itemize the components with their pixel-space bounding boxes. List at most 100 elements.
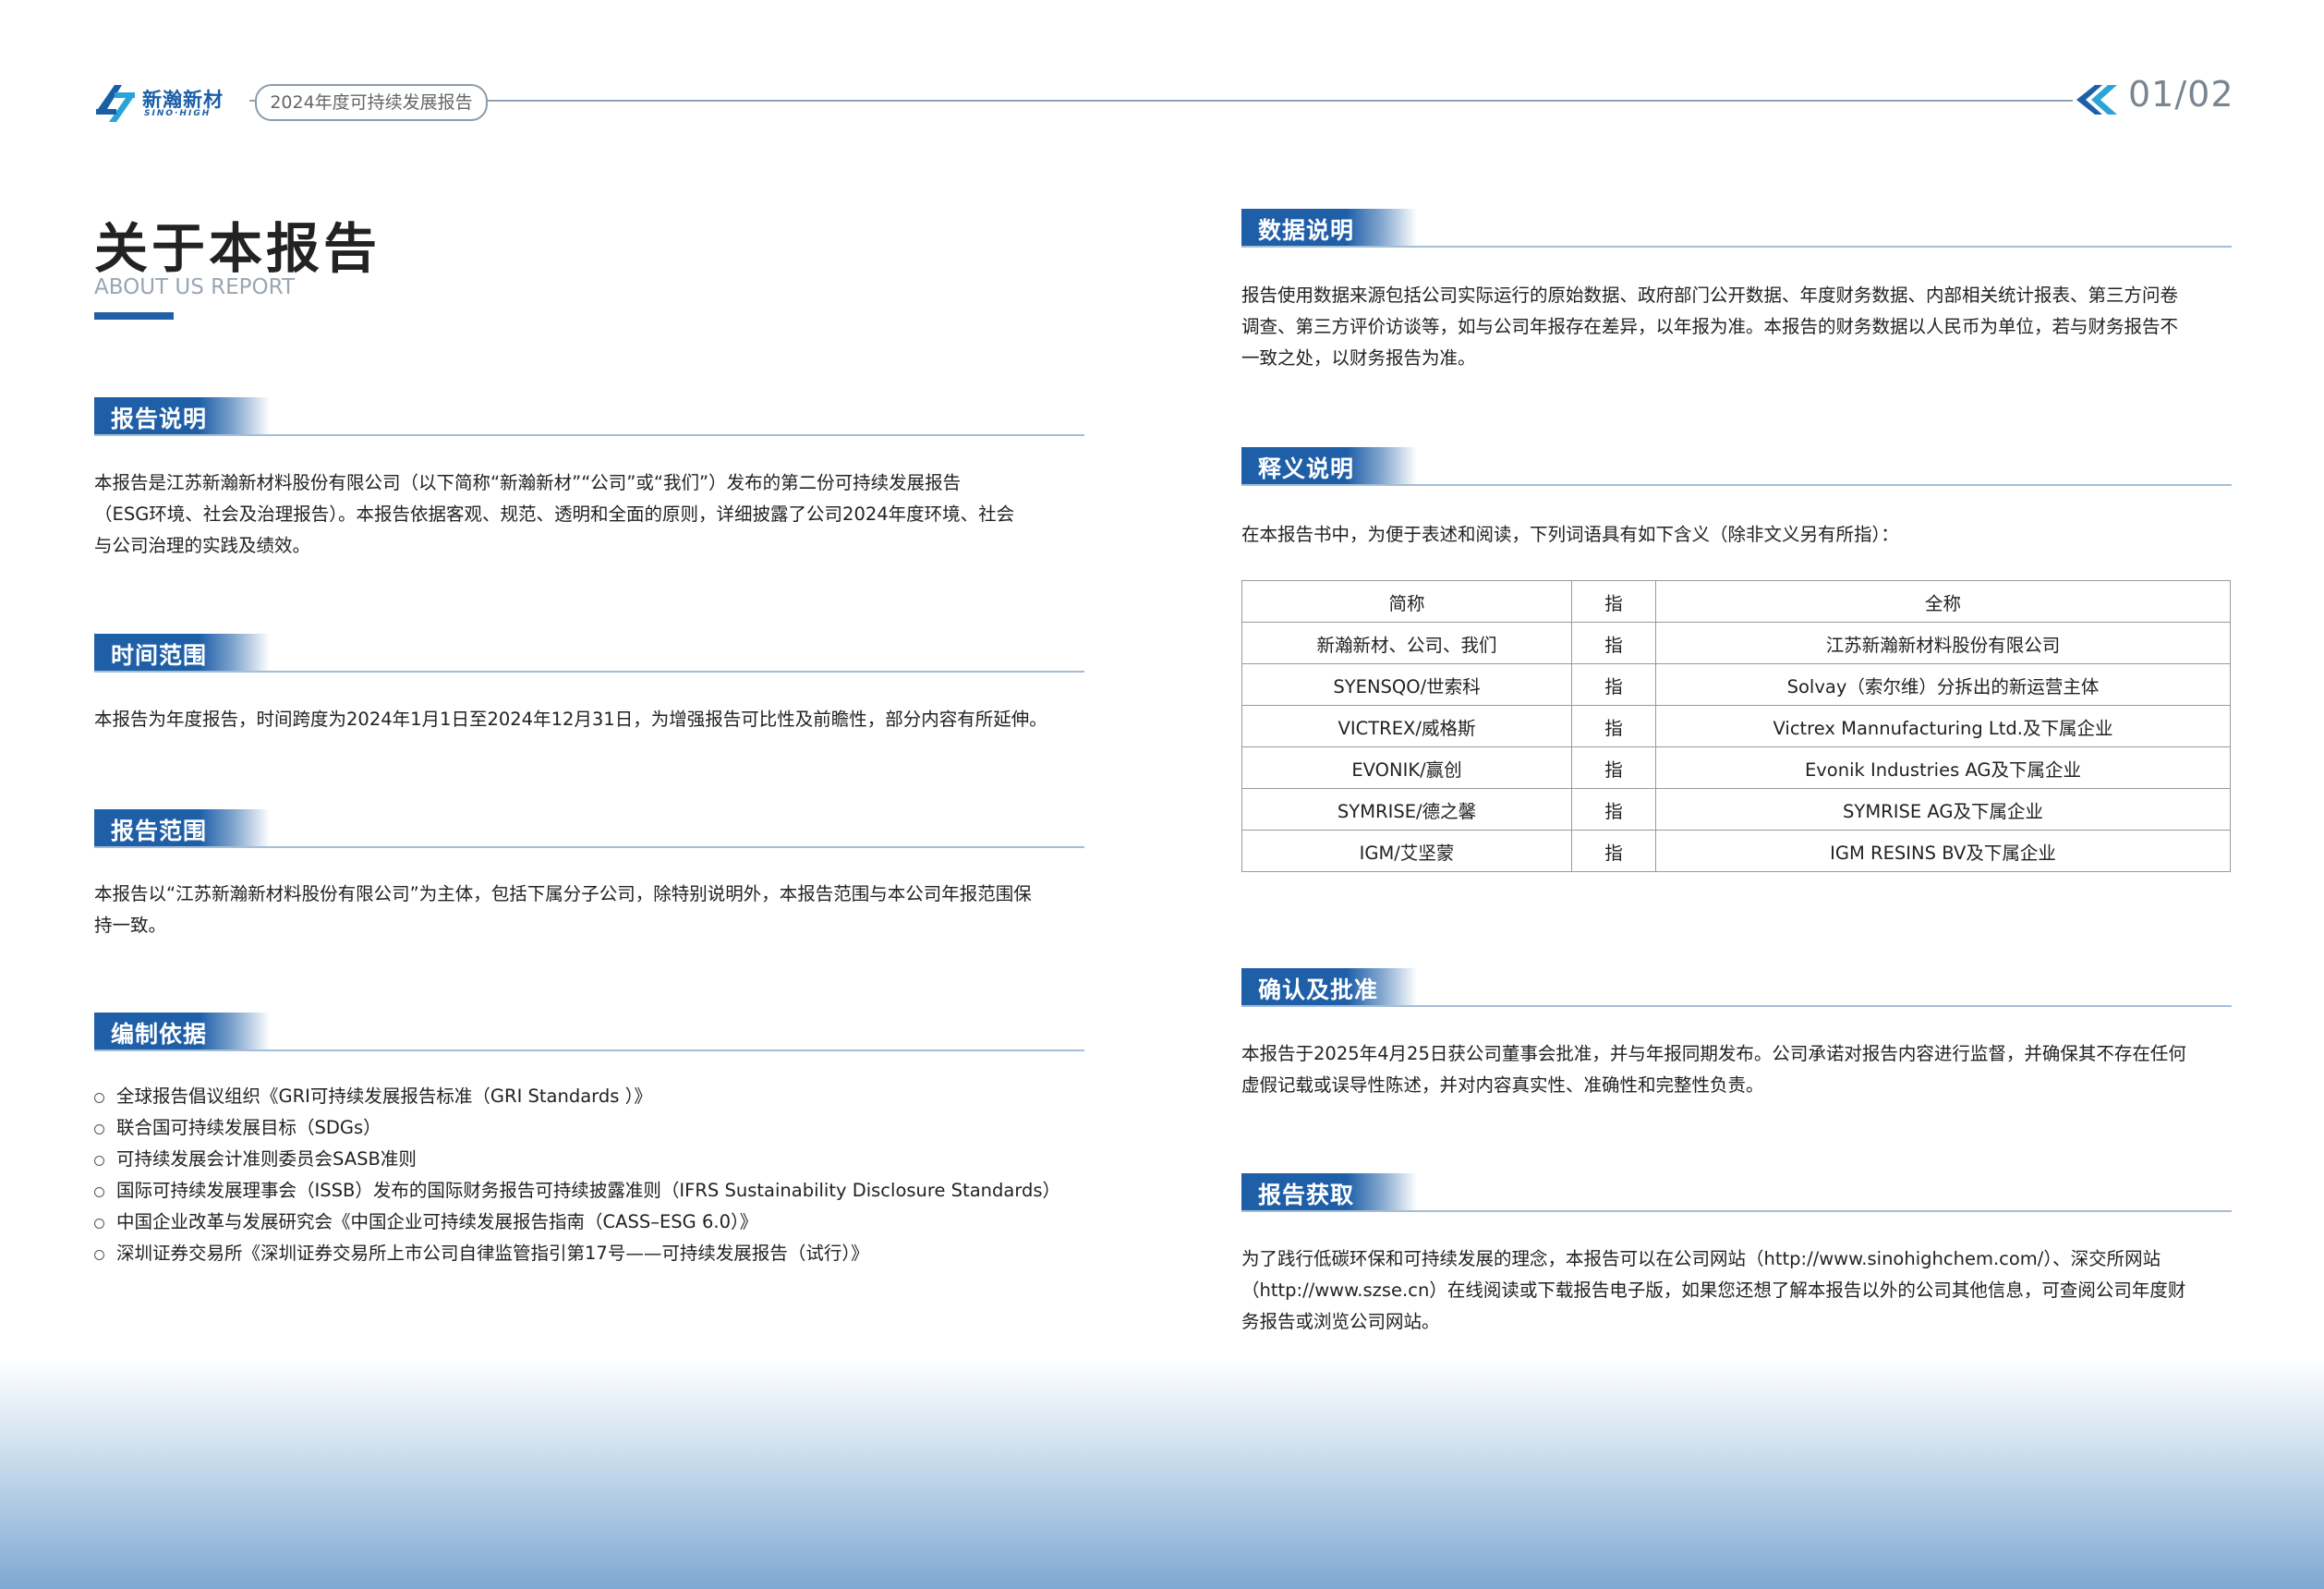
text-line: 一致之处，以财务报告为准。 <box>1241 347 1476 369</box>
section-rule <box>94 846 1084 848</box>
text-line: 本报告为年度报告，时间跨度为2024年1月1日至2024年12月31日，为增强报… <box>94 709 1047 730</box>
section-label: 时间范围 <box>111 642 208 669</box>
access-paragraph: 为了践行低碳环保和可持续发展的理念，本报告可以在公司网站（http://www.… <box>1241 1243 2248 1338</box>
list-item: 可持续发展会计准则委员会SASB准则 <box>94 1144 1092 1175</box>
text-line: 本报告是江苏新瀚新材料股份有限公司（以下简称“新瀚新材”“公司”或“我们”）发布… <box>94 472 962 493</box>
text-line: 报告使用数据来源包括公司实际运行的原始数据、政府部门公开数据、年度财务数据、内部… <box>1241 285 2179 306</box>
text-line: 为了践行低碳环保和可持续发展的理念，本报告可以在公司网站（http://www.… <box>1241 1248 2161 1269</box>
back-chevron-icon <box>2076 85 2117 115</box>
table-cell: SYENSQO/世索科 <box>1241 663 1572 706</box>
table-cell: Solvay（索尔维）分拆出的新运营主体 <box>1655 663 2231 706</box>
table-row: SYMRISE/德之馨 指 SYMRISE AG及下属企业 <box>1241 788 2231 831</box>
section-basis-heading: 编制依据 <box>94 1013 1084 1053</box>
section-rule <box>1241 1005 2232 1007</box>
text-line: （ESG环境、社会及治理报告）。本报告依据客观、规范、透明和全面的原则，详细披露… <box>94 503 1015 525</box>
list-item: 全球报告倡议组织《GRI可持续发展报告标准（GRI Standards ）》 <box>94 1081 1092 1112</box>
report-name-pill: 2024年度可持续发展报告 <box>255 84 488 121</box>
table-header-row: 简称 指 全称 <box>1241 580 2231 623</box>
list-item-text: 可持续发展会计准则委员会SASB准则 <box>116 1148 417 1170</box>
data-desc-paragraph: 报告使用数据来源包括公司实际运行的原始数据、政府部门公开数据、年度财务数据、内部… <box>1241 280 2248 374</box>
bullet-circle-icon <box>94 1093 104 1103</box>
section-rule <box>1241 246 2232 248</box>
table-cell: SYMRISE AG及下属企业 <box>1655 788 2231 831</box>
bullet-circle-icon <box>94 1250 104 1260</box>
text-line: 本报告以“江苏新瀚新材料股份有限公司”为主体，包括下属分子公司，除特别说明外，本… <box>94 883 1032 904</box>
list-item: 深圳证券交易所《深圳证券交易所上市公司自律监管指引第17号——可持续发展报告（试… <box>94 1238 1092 1269</box>
text-line: 虚假记载或误导性陈述，并对内容真实性、准确性和完整性负责。 <box>1241 1074 1764 1096</box>
page-title: 关于本报告 <box>94 217 381 280</box>
bullet-circle-icon <box>94 1187 104 1197</box>
page-number: 01/02 <box>2128 74 2234 115</box>
title-underline-bar <box>94 312 174 320</box>
table-cell: Evonik Industries AG及下属企业 <box>1655 746 2231 789</box>
table-cell: 指 <box>1571 830 1656 872</box>
list-item: 联合国可持续发展目标（SDGs） <box>94 1112 1092 1144</box>
section-label: 编制依据 <box>111 1021 208 1048</box>
list-item-text: 国际可持续发展理事会（ISSB）发布的国际财务报告可持续披露准则（IFRS Su… <box>116 1180 1061 1201</box>
table-cell: 指 <box>1571 746 1656 789</box>
text-line: 本报告于2025年4月25日获公司董事会批准，并与年报同期发布。公司承诺对报告内… <box>1241 1043 2186 1064</box>
header-rule <box>249 100 2073 102</box>
section-definitions-heading: 释义说明 <box>1241 447 2232 488</box>
section-rule <box>94 434 1084 436</box>
table-cell: VICTREX/威格斯 <box>1241 705 1572 747</box>
table-row: 新瀚新材、公司、我们 指 江苏新瀚新材料股份有限公司 <box>1241 622 2231 664</box>
text-line: 调查、第三方评价访谈等，如与公司年报存在差异，以年报为准。本报告的财务数据以人民… <box>1241 316 2179 337</box>
table-cell: IGM RESINS BV及下属企业 <box>1655 830 2231 872</box>
table-header-cell: 指 <box>1571 580 1656 623</box>
section-access-heading: 报告获取 <box>1241 1173 2232 1214</box>
logo-mark-icon <box>96 85 135 122</box>
bullet-circle-icon <box>94 1124 104 1134</box>
table-cell: SYMRISE/德之馨 <box>1241 788 1572 831</box>
table-header-cell: 简称 <box>1241 580 1572 623</box>
section-label: 报告范围 <box>111 818 208 844</box>
text-line: （http://www.szse.cn）在线阅读或下载报告电子版，如果您还想了解… <box>1241 1280 2186 1301</box>
section-time-scope-heading: 时间范围 <box>94 634 1084 674</box>
section-rule <box>94 1049 1084 1051</box>
table-header-cell: 全称 <box>1655 580 2231 623</box>
table-row: VICTREX/威格斯 指 Victrex Mannufacturing Ltd… <box>1241 705 2231 747</box>
list-item-text: 中国企业改革与发展研究会《中国企业可持续发展报告指南（CASS–ESG 6.0）… <box>116 1211 758 1232</box>
table-row: SYENSQO/世索科 指 Solvay（索尔维）分拆出的新运营主体 <box>1241 663 2231 706</box>
table-cell: EVONIK/赢创 <box>1241 746 1572 789</box>
list-item-text: 深圳证券交易所《深圳证券交易所上市公司自律监管指引第17号——可持续发展报告（试… <box>116 1243 869 1264</box>
list-item: 国际可持续发展理事会（ISSB）发布的国际财务报告可持续披露准则（IFRS Su… <box>94 1175 1092 1207</box>
approval-paragraph: 本报告于2025年4月25日获公司董事会批准，并与年报同期发布。公司承诺对报告内… <box>1241 1038 2248 1101</box>
table-cell: IGM/艾坚蒙 <box>1241 830 1572 872</box>
table-row: IGM/艾坚蒙 指 IGM RESINS BV及下属企业 <box>1241 830 2231 872</box>
list-item-text: 联合国可持续发展目标（SDGs） <box>116 1117 381 1138</box>
time-scope-paragraph: 本报告为年度报告，时间跨度为2024年1月1日至2024年12月31日，为增强报… <box>94 704 1101 735</box>
bottom-gradient-band <box>0 1358 2324 1589</box>
logo-english-text: SINO·HIGH <box>144 109 212 118</box>
list-item-text: 全球报告倡议组织《GRI可持续发展报告标准（GRI Standards ）》 <box>116 1086 652 1107</box>
section-data-desc-heading: 数据说明 <box>1241 209 2232 249</box>
table-cell: 指 <box>1571 705 1656 747</box>
section-rule <box>1241 1210 2232 1212</box>
section-label: 报告获取 <box>1258 1182 1355 1208</box>
list-item: 中国企业改革与发展研究会《中国企业可持续发展报告指南（CASS–ESG 6.0）… <box>94 1207 1092 1238</box>
text-line: 持一致。 <box>94 915 167 936</box>
table-row: EVONIK/赢创 指 Evonik Industries AG及下属企业 <box>1241 746 2231 789</box>
section-label: 数据说明 <box>1258 217 1355 244</box>
section-report-desc-heading: 报告说明 <box>94 397 1084 438</box>
report-desc-paragraph: 本报告是江苏新瀚新材料股份有限公司（以下简称“新瀚新材”“公司”或“我们”）发布… <box>94 467 1101 562</box>
text-line: 与公司治理的实践及绩效。 <box>94 535 311 556</box>
section-report-scope-heading: 报告范围 <box>94 809 1084 850</box>
table-cell: Victrex Mannufacturing Ltd.及下属企业 <box>1655 705 2231 747</box>
page-header: 新瀚新材 SINO·HIGH 2024年度可持续发展报告 01/02 <box>0 0 2324 139</box>
page-subtitle: ABOUT US REPORT <box>94 275 295 299</box>
basis-list: 全球报告倡议组织《GRI可持续发展报告标准（GRI Standards ）》 联… <box>94 1081 1092 1269</box>
table-cell: 新瀚新材、公司、我们 <box>1241 622 1572 664</box>
company-logo: 新瀚新材 SINO·HIGH <box>94 78 242 129</box>
text-line: 务报告或浏览公司网站。 <box>1241 1311 1440 1332</box>
table-cell: 江苏新瀚新材料股份有限公司 <box>1655 622 2231 664</box>
table-cell: 指 <box>1571 788 1656 831</box>
definitions-intro: 在本报告书中，为便于表述和阅读，下列词语具有如下含义（除非文义另有所指）： <box>1241 524 1899 545</box>
report-scope-paragraph: 本报告以“江苏新瀚新材料股份有限公司”为主体，包括下属分子公司，除特别说明外，本… <box>94 879 1101 941</box>
section-rule <box>1241 484 2232 486</box>
section-label: 释义说明 <box>1258 455 1355 482</box>
bullet-circle-icon <box>94 1219 104 1229</box>
section-label: 报告说明 <box>111 406 208 432</box>
section-rule <box>94 671 1084 673</box>
table-cell: 指 <box>1571 622 1656 664</box>
